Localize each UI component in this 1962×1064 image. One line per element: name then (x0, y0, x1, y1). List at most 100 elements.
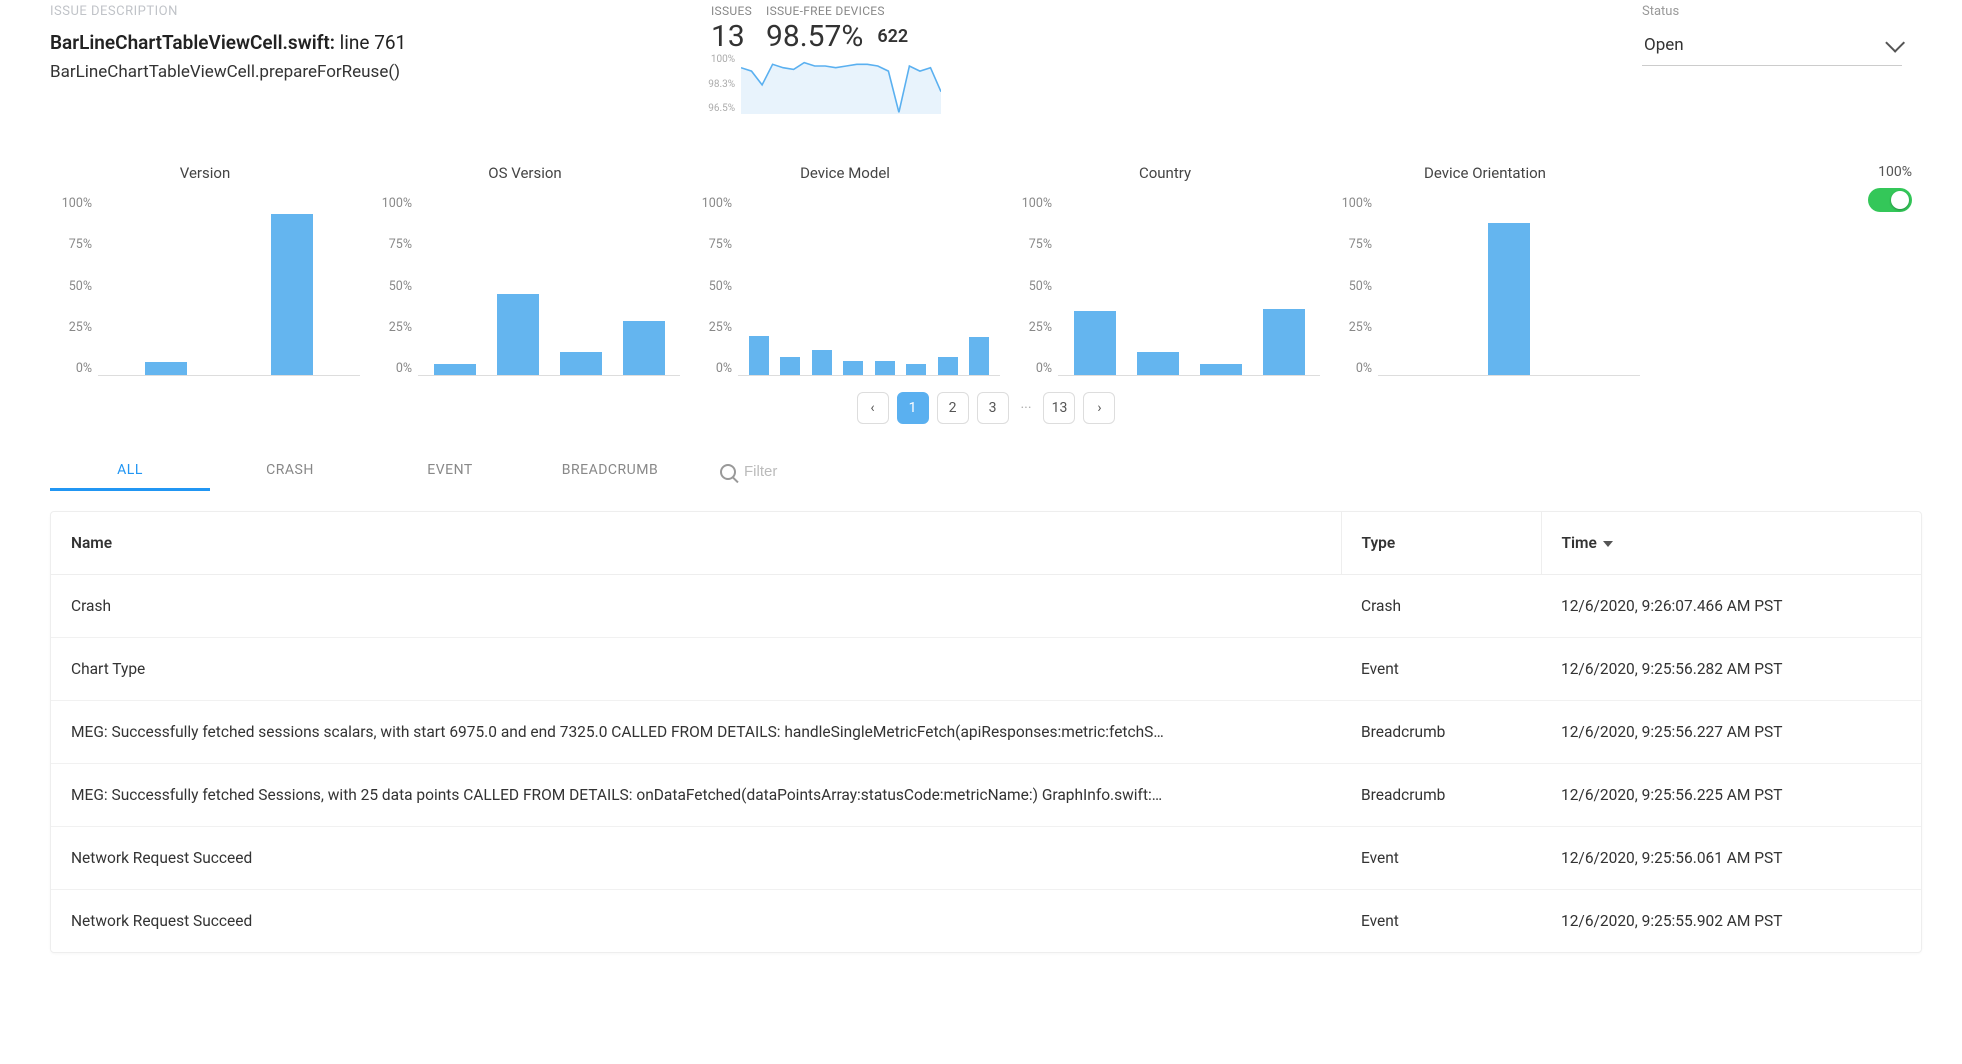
chart-bar[interactable] (875, 361, 895, 375)
chart-ytick: 100% (690, 196, 732, 211)
cell-name: Crash (51, 575, 1341, 638)
chart-bar[interactable] (938, 357, 958, 375)
filter-wrap (720, 463, 944, 480)
mini-chart-country: Country 100% 75% 50% 25% 0% (1010, 164, 1320, 376)
chart-ytick: 50% (370, 279, 412, 294)
page-3[interactable]: 3 (977, 392, 1009, 424)
col-type[interactable]: Type (1341, 512, 1541, 575)
chart-title: Country (1010, 164, 1320, 182)
chart-bar[interactable] (1263, 309, 1305, 375)
chart-ytick: 100% (1010, 196, 1052, 211)
mini-chart-device-model: Device Model100%75%50%25%0% (690, 164, 1000, 376)
chart-ytick: 25% (1010, 320, 1052, 335)
col-time[interactable]: Time (1541, 512, 1921, 575)
cell-time: 12/6/2020, 9:25:56.282 AM PST (1541, 638, 1921, 701)
chart-ytick: 50% (50, 279, 92, 294)
col-name[interactable]: Name (51, 512, 1341, 575)
chart-ytick: 75% (690, 237, 732, 252)
tabs-row: ALLCRASHEVENTBREADCRUMB (50, 452, 1922, 491)
chart-bar[interactable] (560, 352, 602, 375)
tab-event[interactable]: EVENT (370, 452, 530, 491)
cell-type: Event (1341, 638, 1541, 701)
sparkline: 100% 98.3% 96.5% (708, 54, 941, 114)
toggle-label: 100% (1868, 164, 1912, 180)
chart-ytick: 0% (690, 361, 732, 376)
tab-all[interactable]: ALL (50, 452, 210, 491)
cell-name: MEG: Successfully fetched sessions scala… (51, 701, 1341, 764)
chart-bar[interactable] (1074, 311, 1116, 375)
chart-bar[interactable] (843, 361, 863, 375)
percent-toggle[interactable] (1868, 188, 1912, 212)
chart-title: OS Version (370, 164, 680, 182)
table-row[interactable]: MEG: Successfully fetched sessions scala… (51, 701, 1921, 764)
metrics-block: ISSUES 13 ISSUE-FREE DEVICES 98.57% 622 (711, 4, 908, 52)
page-1[interactable]: 1 (897, 392, 929, 424)
chart-bar[interactable] (1488, 223, 1530, 375)
chart-plot (738, 196, 1000, 376)
chart-ytick: 25% (370, 320, 412, 335)
page-ellipsis: ··· (1017, 400, 1036, 416)
chart-bar[interactable] (906, 364, 926, 375)
cell-type: Breadcrumb (1341, 701, 1541, 764)
chart-bar[interactable] (623, 321, 665, 375)
chart-plot (418, 196, 680, 376)
chart-bar[interactable] (434, 364, 476, 375)
chart-ytick: 25% (50, 320, 92, 335)
issue-title: BarLineChartTableViewCell.swift: line 76… (50, 31, 671, 54)
spark-ytick: 96.5% (708, 103, 735, 114)
chart-ytick: 0% (1010, 361, 1052, 376)
chart-bar[interactable] (749, 336, 769, 375)
status-select[interactable]: Open (1642, 29, 1902, 66)
cell-name: Network Request Succeed (51, 827, 1341, 890)
mini-chart-version: Version100%75%50%25%0% (50, 164, 360, 376)
chart-plot (1058, 196, 1320, 376)
chart-bar[interactable] (271, 214, 313, 375)
table-row[interactable]: MEG: Successfully fetched Sessions, with… (51, 764, 1921, 827)
issue-line: line 761 (335, 31, 406, 54)
chart-bar[interactable] (497, 294, 539, 375)
toggle-knob (1891, 191, 1909, 209)
tab-breadcrumb[interactable]: BREADCRUMB (530, 452, 690, 491)
page-prev[interactable]: ‹ (857, 392, 889, 424)
cell-time: 12/6/2020, 9:26:07.466 AM PST (1541, 575, 1921, 638)
search-icon (720, 464, 736, 480)
cell-time: 12/6/2020, 9:25:56.061 AM PST (1541, 827, 1921, 890)
chart-ytick: 50% (1010, 279, 1052, 294)
table-row[interactable]: Network Request SucceedEvent12/6/2020, 9… (51, 890, 1921, 953)
table-row[interactable]: CrashCrash12/6/2020, 9:26:07.466 AM PST (51, 575, 1921, 638)
status-label: Status (1642, 4, 1902, 19)
chart-bar[interactable] (1200, 364, 1242, 375)
chart-ytick: 50% (690, 279, 732, 294)
page-last[interactable]: 13 (1043, 392, 1075, 424)
issue-free-pct: 98.57% (766, 22, 863, 52)
section-label: ISSUE DESCRIPTION (50, 4, 671, 19)
chart-ytick: 75% (370, 237, 412, 252)
sort-desc-icon (1603, 541, 1613, 547)
table-row[interactable]: Chart TypeEvent12/6/2020, 9:25:56.282 AM… (51, 638, 1921, 701)
chart-ytick: 50% (1330, 279, 1372, 294)
issue-free-count: 622 (877, 23, 908, 52)
chart-ytick: 75% (50, 237, 92, 252)
chart-bar[interactable] (969, 337, 989, 375)
cell-time: 12/6/2020, 9:25:56.227 AM PST (1541, 701, 1921, 764)
spark-ytick: 100% (708, 54, 735, 65)
chart-bar[interactable] (812, 350, 832, 375)
cell-name: Chart Type (51, 638, 1341, 701)
chevron-down-icon (1885, 33, 1905, 53)
chart-ytick: 0% (1330, 361, 1372, 376)
status-value: Open (1644, 35, 1684, 55)
filter-input[interactable] (744, 463, 944, 480)
chart-bar[interactable] (780, 357, 800, 375)
chart-plot (1378, 196, 1640, 376)
events-table-card: Name Type Time CrashCrash12/6/2020, 9:26… (50, 511, 1922, 953)
chart-ytick: 75% (1010, 237, 1052, 252)
page-next[interactable]: › (1083, 392, 1115, 424)
issues-value: 13 (711, 22, 752, 52)
chart-bar[interactable] (145, 362, 187, 375)
events-table: Name Type Time CrashCrash12/6/2020, 9:26… (51, 512, 1921, 952)
cell-type: Event (1341, 890, 1541, 953)
chart-bar[interactable] (1137, 352, 1179, 375)
page-2[interactable]: 2 (937, 392, 969, 424)
table-row[interactable]: Network Request SucceedEvent12/6/2020, 9… (51, 827, 1921, 890)
tab-crash[interactable]: CRASH (210, 452, 370, 491)
